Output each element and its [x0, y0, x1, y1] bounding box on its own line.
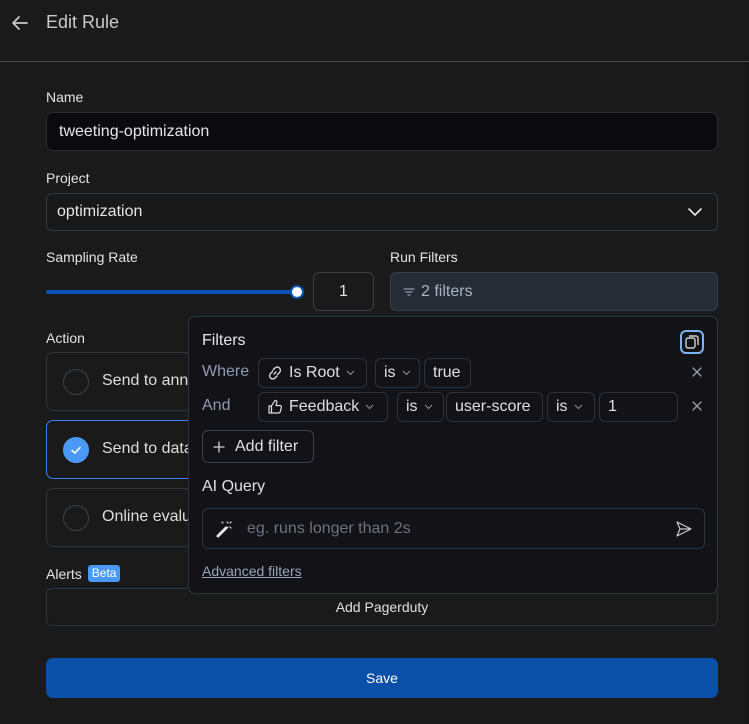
filter-key-operator-select[interactable]: is: [547, 392, 595, 422]
filter-value-input[interactable]: 1: [599, 392, 678, 422]
add-filter-button[interactable]: Add filter: [202, 430, 314, 463]
name-label: Name: [46, 89, 84, 105]
copy-filters-button[interactable]: [680, 330, 704, 354]
thumbs-up-icon: [268, 399, 283, 414]
ai-query-label: AI Query: [202, 478, 266, 495]
action-option-label: Send to dataset: [102, 440, 195, 457]
slider-thumb[interactable]: [290, 285, 304, 299]
ai-query-input[interactable]: eg. runs longer than 2s: [202, 508, 705, 549]
action-option-label: Send to annotation queue: [102, 372, 195, 389]
link-icon: [268, 366, 282, 380]
filter-operator-select[interactable]: is: [375, 358, 420, 388]
filter-row-connector: And: [202, 397, 231, 414]
name-input[interactable]: tweeting-optimization: [46, 112, 718, 151]
page-header: Edit Rule: [0, 0, 749, 62]
run-filters-label: Run Filters: [390, 249, 458, 265]
action-option-label: Online evaluation: [102, 508, 195, 525]
filter-operator-value: is: [406, 398, 418, 415]
remove-filter-icon[interactable]: [690, 365, 704, 379]
filter-field-value: Is Root: [289, 364, 340, 381]
project-select-value: optimization: [57, 203, 143, 220]
radio-unchecked-icon: [63, 369, 89, 395]
ai-query-placeholder: eg. runs longer than 2s: [247, 520, 411, 537]
filter-row-connector: Where: [202, 363, 250, 380]
filter-key-operator-value: is: [556, 398, 568, 415]
chevron-down-icon: [574, 404, 582, 410]
remove-filter-icon[interactable]: [690, 399, 704, 413]
chevron-down-icon: [688, 208, 702, 216]
filter-field-value: Feedback: [289, 398, 360, 415]
project-label: Project: [46, 170, 90, 186]
slider-fill: [46, 290, 297, 294]
check-icon: [71, 446, 81, 454]
chevron-down-icon: [424, 404, 432, 410]
run-filters-count: 2 filters: [421, 283, 473, 300]
action-option-online-evaluation[interactable]: Online evaluation: [46, 488, 196, 547]
advanced-filters-link[interactable]: Advanced filters: [202, 563, 302, 579]
arrow-left-icon: [12, 16, 28, 30]
radio-unchecked-icon: [63, 505, 89, 531]
page-title: Edit Rule: [46, 12, 120, 32]
chevron-down-icon: [402, 370, 410, 376]
filter-field-select[interactable]: Is Root: [258, 358, 367, 388]
copy-icon: [685, 335, 699, 349]
filters-popover-title: Filters: [202, 332, 246, 349]
magic-wand-icon: [216, 521, 232, 538]
chevron-down-icon: [346, 370, 355, 376]
send-icon[interactable]: [675, 520, 693, 538]
action-option-annotation-queue[interactable]: Send to annotation queue: [46, 352, 196, 411]
plus-icon: [213, 440, 225, 453]
action-option-dataset[interactable]: Send to dataset: [46, 420, 196, 479]
filters-popover: Filters Where Is Root is true And Feedba…: [188, 316, 718, 594]
add-filter-label: Add filter: [235, 437, 299, 455]
save-button[interactable]: Save: [46, 658, 718, 698]
filter-field-select[interactable]: Feedback: [258, 392, 388, 422]
sampling-rate-input[interactable]: 1: [313, 272, 374, 311]
sampling-rate-slider[interactable]: [46, 284, 304, 300]
action-label: Action: [46, 330, 85, 346]
radio-checked-icon: [63, 437, 89, 463]
alerts-label: Alerts: [46, 565, 82, 582]
filter-operator-value: is: [384, 364, 396, 381]
filter-value-input[interactable]: true: [424, 358, 471, 388]
chevron-down-icon: [365, 404, 374, 410]
filter-key-input[interactable]: user-score: [446, 392, 543, 422]
filter-icon: [403, 287, 415, 296]
back-button[interactable]: [9, 12, 31, 34]
run-filters-button[interactable]: 2 filters: [390, 272, 718, 311]
sampling-rate-label: Sampling Rate: [46, 249, 138, 265]
alerts-label-group: Alerts Beta: [46, 565, 121, 582]
project-select[interactable]: optimization: [46, 193, 718, 231]
filter-operator-select[interactable]: is: [397, 392, 444, 422]
beta-badge: Beta: [87, 565, 121, 582]
